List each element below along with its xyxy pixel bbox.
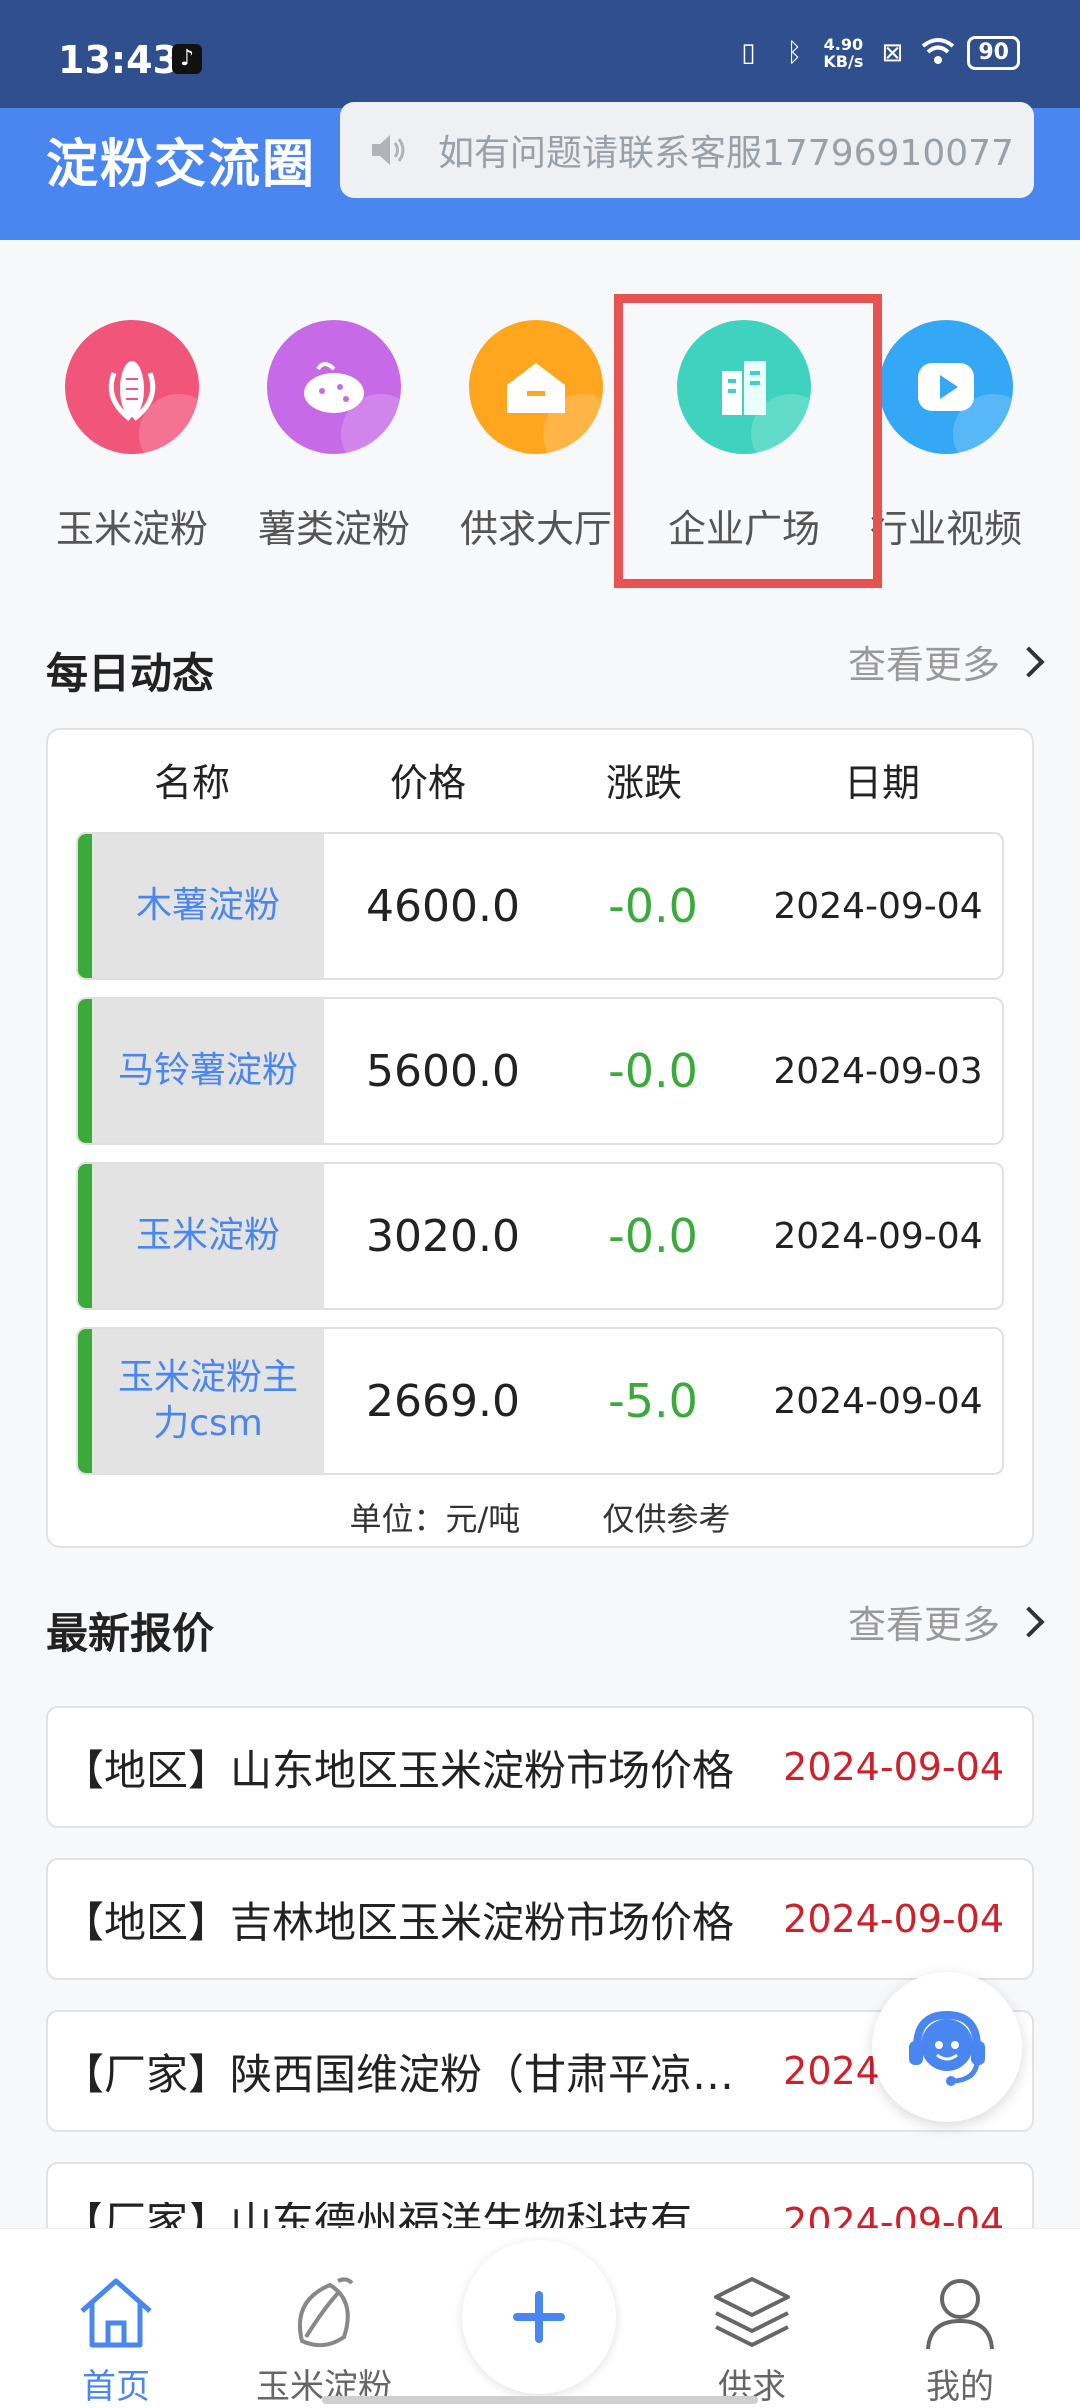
sim-off-icon: ⊠ <box>881 38 904 68</box>
table-row[interactable]: 玉米淀粉主力csm 2669.0 -5.0 2024-09-04 <box>76 1327 1004 1475</box>
battery-indicator: 90 <box>967 36 1020 70</box>
notice-text: 如有问题请联系客服17796910077 <box>438 133 1014 174</box>
category-tuber-starch[interactable]: 薯类淀粉 <box>234 320 434 553</box>
plus-icon <box>513 2291 565 2343</box>
chevron-right-icon <box>1013 645 1045 678</box>
nav-home[interactable]: 首页 <box>16 2229 216 2408</box>
nav-corn-starch[interactable]: 玉米淀粉 <box>224 2229 424 2408</box>
table-row[interactable]: 木薯淀粉 4600.0 -0.0 2024-09-04 <box>76 832 1004 980</box>
list-item[interactable]: 【地区】吉林地区玉米淀粉市场价格 2024-09-04 <box>46 1858 1034 1980</box>
status-icons: ▯ ᛒ 4.90 KB/s ⊠ 90 <box>731 36 1020 70</box>
publish-button[interactable] <box>462 2240 616 2394</box>
layers-icon <box>714 2277 790 2347</box>
list-item[interactable]: 【厂家】山东德州福洋生物科技有限公司价格 2024-09-04 <box>46 2162 1034 2228</box>
customer-service-button[interactable] <box>872 1972 1022 2122</box>
category-corn-starch[interactable]: 玉米淀粉 <box>32 320 232 553</box>
table-row[interactable]: 玉米淀粉 3020.0 -0.0 2024-09-04 <box>76 1162 1004 1310</box>
status-bar: 13:43 ♪ ▯ ᛒ 4.90 KB/s ⊠ 90 <box>0 0 1080 108</box>
vibrate-icon: ▯ <box>741 38 756 68</box>
table-footnote: 单位：元/吨 仅供参考 <box>48 1494 1032 1540</box>
bluetooth-icon: ᛒ <box>786 38 803 68</box>
nav-mine[interactable]: 我的 <box>860 2229 1060 2408</box>
daily-more-link[interactable]: 查看更多 <box>848 634 1045 689</box>
highlight-box <box>614 294 882 588</box>
header-name: 名称 <box>154 761 231 805</box>
potato-icon <box>267 320 401 454</box>
headset-icon <box>909 2010 985 2086</box>
reference-label: 仅供参考 <box>602 1500 731 1538</box>
nav-supply[interactable]: 供求 <box>652 2229 852 2408</box>
category-supply-hall[interactable]: 供求大厅 <box>436 320 636 553</box>
unit-label: 单位：元/吨 <box>349 1500 521 1538</box>
price-table-header: 名称 价格 涨跌 日期 <box>48 752 1032 812</box>
chevron-right-icon <box>1013 1605 1045 1638</box>
corn-outline-icon <box>297 2277 354 2348</box>
home-icon <box>80 2278 152 2348</box>
table-row[interactable]: 马铃薯淀粉 5600.0 -0.0 2024-09-03 <box>76 997 1004 1145</box>
header-price: 价格 <box>390 761 467 805</box>
quotes-section-title: 最新报价 <box>46 1609 215 1658</box>
daily-section-title: 每日动态 <box>46 649 215 698</box>
category-row: 玉米淀粉 薯类淀粉 供求大厅 企业广场 行业视频 <box>0 300 1080 560</box>
speaker-icon <box>372 135 405 165</box>
app-title: 淀粉交流圈 <box>46 135 317 195</box>
network-speed: 4.90 KB/s <box>823 35 864 71</box>
tiktok-notification-icon: ♪ <box>172 44 202 74</box>
wifi-icon <box>921 36 955 70</box>
house-icon <box>469 320 603 454</box>
user-icon <box>926 2279 994 2350</box>
app-header: 淀粉交流圈 如有问题请联系客服17796910077 <box>0 102 1080 240</box>
play-icon <box>879 320 1013 454</box>
list-item[interactable]: 【地区】山东地区玉米淀粉市场价格 2024-09-04 <box>46 1706 1034 1828</box>
header-change: 涨跌 <box>606 761 683 805</box>
status-time: 13:43 <box>58 38 179 82</box>
home-indicator[interactable] <box>322 2396 758 2404</box>
quotes-more-link[interactable]: 查看更多 <box>848 1594 1045 1649</box>
price-table: 名称 价格 涨跌 日期 木薯淀粉 4600.0 -0.0 2024-09-04 … <box>46 728 1034 1548</box>
header-date: 日期 <box>844 761 921 805</box>
corn-icon <box>65 320 199 454</box>
notice-bar[interactable]: 如有问题请联系客服17796910077 <box>340 102 1034 198</box>
